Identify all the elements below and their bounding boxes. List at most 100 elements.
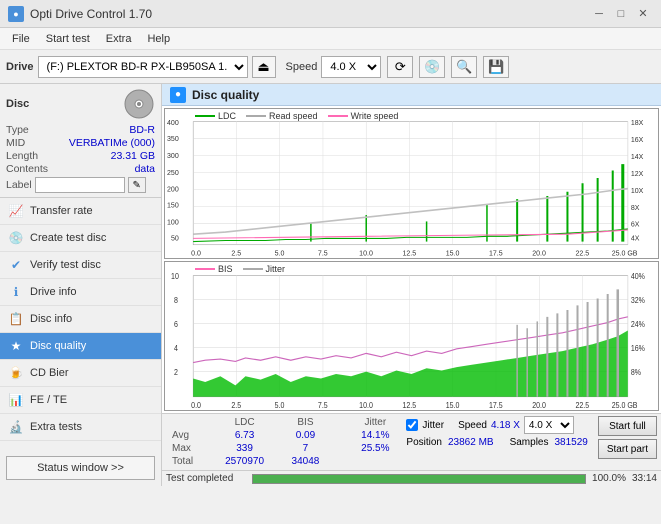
chart1-legend: LDC Read speed Write speed [195, 111, 398, 121]
extra-tests-icon: 🔬 [8, 419, 24, 435]
sidebar-item-label: Transfer rate [30, 205, 93, 217]
sidebar-item-extra-tests[interactable]: 🔬 Extra tests [0, 414, 161, 441]
start-part-button[interactable]: Start part [598, 439, 657, 459]
read-speed-label: Read speed [269, 111, 318, 121]
speed-select[interactable]: 4.0 X [321, 56, 381, 78]
maximize-button[interactable]: □ [611, 5, 631, 23]
sidebar-item-label: FE / TE [30, 394, 67, 406]
length-value: 23.31 GB [111, 150, 155, 162]
sidebar-item-drive-info[interactable]: ℹ Drive info [0, 279, 161, 306]
svg-text:50: 50 [171, 233, 179, 242]
samples-label: Samples [510, 437, 549, 448]
save-button[interactable]: 💾 [483, 56, 509, 78]
jitter-check-label: Jitter [422, 420, 444, 431]
legend-read-speed: Read speed [246, 111, 318, 121]
sidebar-item-label: Disc quality [30, 340, 86, 352]
disc-panel-title: Disc [6, 98, 29, 110]
sidebar-item-label: Verify test disc [30, 259, 101, 271]
svg-text:5.0: 5.0 [275, 400, 285, 410]
minimize-button[interactable]: ─ [589, 5, 609, 23]
progress-percent: 100.0% [592, 473, 626, 484]
bis-color [195, 268, 215, 270]
svg-text:2.5: 2.5 [231, 248, 241, 257]
action-buttons: Start full Start part [598, 416, 657, 459]
svg-text:400: 400 [167, 118, 179, 127]
progress-bar-inner [253, 475, 585, 483]
progress-bar-outer [252, 474, 586, 484]
svg-text:16X: 16X [631, 135, 644, 144]
max-jitter: 25.5% [348, 442, 402, 455]
disc-quality-icon-header: ● [170, 87, 186, 103]
svg-text:16%: 16% [631, 343, 645, 353]
sidebar-nav: 📈 Transfer rate 💿 Create test disc ✔ Ver… [0, 198, 161, 450]
disc-quality-title: Disc quality [192, 88, 259, 102]
sidebar-item-create-test-disc[interactable]: 💿 Create test disc [0, 225, 161, 252]
ldc-header: LDC [210, 416, 278, 429]
label-input[interactable] [35, 177, 125, 193]
svg-text:25.0 GB: 25.0 GB [612, 400, 638, 410]
svg-text:10X: 10X [631, 186, 644, 195]
bis-chart-svg: 10 8 6 4 2 40% 32% 24% 16% 8% 0.0 2.5 5.… [165, 262, 658, 411]
disc-icon [123, 88, 155, 120]
legend-jitter: Jitter [243, 264, 286, 274]
type-value: BD-R [129, 124, 155, 136]
start-full-button[interactable]: Start full [598, 416, 657, 436]
jitter-color [243, 268, 263, 270]
jitter-chart-label: Jitter [266, 264, 286, 274]
sidebar-item-verify-test-disc[interactable]: ✔ Verify test disc [0, 252, 161, 279]
sidebar-item-fe-te[interactable]: 📊 FE / TE [0, 387, 161, 414]
transfer-rate-icon: 📈 [8, 203, 24, 219]
sidebar-item-disc-info[interactable]: 📋 Disc info [0, 306, 161, 333]
main-container: Disc Type BD-R MID VERBATIMe (000) Lengt… [0, 84, 661, 486]
sidebar-item-cd-bier[interactable]: 🍺 CD Bier [0, 360, 161, 387]
ldc-label: LDC [218, 111, 236, 121]
sidebar-item-label: Drive info [30, 286, 76, 298]
stats-bar: LDC BIS Jitter Avg 6.73 0.09 14.1% [162, 413, 661, 470]
sidebar-item-disc-quality[interactable]: ★ Disc quality [0, 333, 161, 360]
svg-text:17.5: 17.5 [489, 400, 503, 410]
read-speed-color [246, 115, 266, 117]
drive-select[interactable]: (F:) PLEXTOR BD-R PX-LB950SA 1.06 [38, 56, 248, 78]
eject-button[interactable]: ⏏ [252, 56, 276, 78]
stats-table: LDC BIS Jitter Avg 6.73 0.09 14.1% [166, 416, 402, 468]
disc-button[interactable]: 💿 [419, 56, 445, 78]
ldc-color [195, 115, 215, 117]
svg-text:250: 250 [167, 168, 179, 177]
sidebar: Disc Type BD-R MID VERBATIMe (000) Lengt… [0, 84, 162, 486]
title-bar: ● Opti Drive Control 1.70 ─ □ ✕ [0, 0, 661, 28]
total-bis: 34048 [279, 455, 332, 468]
close-button[interactable]: ✕ [633, 5, 653, 23]
jitter-header: Jitter [348, 416, 402, 429]
jitter-checkbox[interactable] [406, 419, 418, 431]
svg-text:17.5: 17.5 [489, 248, 503, 257]
svg-text:10: 10 [171, 271, 179, 281]
status-window-button[interactable]: Status window >> [6, 456, 155, 480]
label-edit-button[interactable]: ✎ [128, 177, 146, 193]
menu-help[interactable]: Help [139, 28, 178, 50]
avg-ldc: 6.73 [210, 429, 278, 442]
speed-select-stats[interactable]: 4.0 X [524, 416, 574, 434]
svg-text:22.5: 22.5 [575, 400, 589, 410]
position-label: Position [406, 437, 442, 448]
status-text: Test completed [166, 473, 246, 484]
menu-file[interactable]: File [4, 28, 38, 50]
ldc-chart: LDC Read speed Write speed [164, 108, 659, 259]
search-button[interactable]: 🔍 [451, 56, 477, 78]
svg-text:8X: 8X [631, 203, 640, 212]
svg-text:25.0 GB: 25.0 GB [612, 248, 638, 257]
total-label: Total [166, 455, 210, 468]
refresh-button[interactable]: ⟳ [387, 56, 413, 78]
total-row: Total 2570970 34048 [166, 455, 402, 468]
contents-label: Contents [6, 163, 48, 175]
menu-extra[interactable]: Extra [98, 28, 140, 50]
bis-label: BIS [218, 264, 233, 274]
max-label: Max [166, 442, 210, 455]
menu-start-test[interactable]: Start test [38, 28, 98, 50]
svg-text:150: 150 [167, 200, 179, 209]
mid-label: MID [6, 137, 25, 149]
app-title: Opti Drive Control 1.70 [30, 7, 152, 21]
sidebar-item-transfer-rate[interactable]: 📈 Transfer rate [0, 198, 161, 225]
max-ldc: 339 [210, 442, 278, 455]
sidebar-item-label: Create test disc [30, 232, 106, 244]
svg-text:200: 200 [167, 185, 179, 194]
